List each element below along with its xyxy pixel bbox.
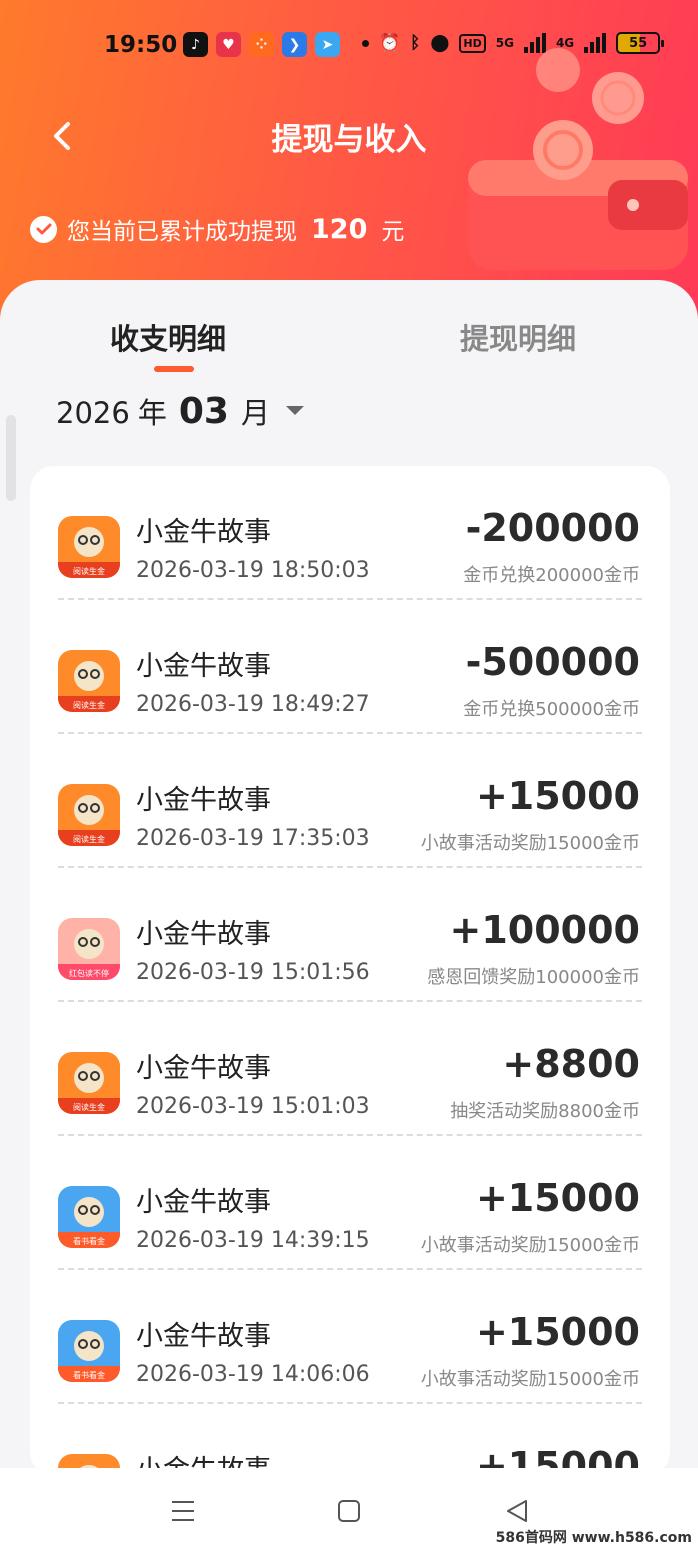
- content-sheet: 收支明细 提现明细 2026 年 03 月 阅读生金 小金牛故事 2026-03-1…: [0, 280, 698, 1476]
- system-nav-bar: 586首码网 www.h586.com: [0, 1468, 698, 1553]
- month-picker-year-unit: 年: [137, 396, 167, 430]
- month-picker-month-unit: 月: [240, 396, 270, 430]
- nav-back-button[interactable]: [502, 1496, 532, 1526]
- month-picker[interactable]: 2026 年 03 月: [56, 390, 304, 432]
- record-amount: +15000: [475, 774, 640, 818]
- month-picker-month: 03: [178, 391, 229, 432]
- app-icon: 看书看金: [58, 1186, 120, 1248]
- wallet-illustration: [458, 40, 698, 280]
- page-title: 提现与收入: [271, 122, 427, 158]
- app-icon: 红包读不停: [58, 918, 120, 980]
- record-row[interactable]: 阅读生金 小金牛故事 2026-03-19 17:35:03 +15000 小故事活动奖…: [30, 734, 670, 868]
- bluetooth-icon: ᛒ: [410, 33, 421, 53]
- record-name: 小金牛故事: [136, 1187, 271, 1218]
- record-time: 2026-03-19 17:35:03: [136, 826, 370, 851]
- location-icon: ⬤: [430, 33, 450, 53]
- record-description: 小故事活动奖励15000金币: [420, 833, 640, 854]
- record-row[interactable]: 阅读生金小金牛故事+15000: [30, 1404, 670, 1476]
- record-time: 2026-03-19 14:39:15: [136, 1228, 370, 1253]
- caret-down-icon: [285, 406, 304, 415]
- record-name: 小金牛故事: [136, 1321, 271, 1352]
- record-name: 小金牛故事: [136, 919, 271, 950]
- record-time: 2026-03-19 18:50:03: [136, 558, 370, 583]
- active-tab-indicator: [154, 366, 194, 372]
- app-icon: 阅读生金: [58, 784, 120, 846]
- app-icon: 阅读生金: [58, 650, 120, 712]
- watermark-text: 586首码网 www.h586.com: [495, 1530, 692, 1546]
- record-amount: +8800: [502, 1042, 640, 1086]
- bookmark-app-icon: ❯: [282, 32, 307, 57]
- month-picker-year: 2026: [56, 396, 130, 430]
- tab-withdraw-details[interactable]: 提现明细: [460, 316, 576, 358]
- menu-icon: [172, 1501, 194, 1521]
- app-icon-badge: 阅读生金: [73, 834, 105, 844]
- total-amount: 120: [311, 213, 368, 245]
- record-description: 小故事活动奖励15000金币: [420, 1369, 640, 1390]
- record-description: 小故事活动奖励15000金币: [420, 1235, 640, 1256]
- record-time: 2026-03-19 15:01:03: [136, 1094, 370, 1119]
- record-row[interactable]: 阅读生金 小金牛故事 2026-03-19 18:50:03 -200000 金币兑换2…: [30, 466, 670, 600]
- record-name: 小金牛故事: [136, 1053, 271, 1084]
- app-icon-badge: 阅读生金: [73, 566, 105, 576]
- app-icon: 看书看金: [58, 1320, 120, 1382]
- record-amount: +15000: [475, 1176, 640, 1220]
- notification-dot-icon: [362, 39, 369, 47]
- record-row[interactable]: 看书看金 小金牛故事 2026-03-19 14:06:06 +15000 小故事活动奖…: [30, 1270, 670, 1404]
- records-list: 阅读生金 小金牛故事 2026-03-19 18:50:03 -200000 金币兑换2…: [30, 466, 670, 1476]
- app-icon-badge: 红包读不停: [69, 968, 109, 978]
- paper-plane-icon: ➤: [315, 32, 340, 57]
- record-row[interactable]: 红包读不停 小金牛故事 2026-03-19 15:01:56 +100000 感恩回馈…: [30, 868, 670, 1002]
- record-time: 2026-03-19 15:01:56: [136, 960, 370, 985]
- record-description: 金币兑换200000金币: [463, 565, 640, 586]
- record-description: 抽奖活动奖励8800金币: [450, 1101, 640, 1122]
- record-amount: +100000: [449, 908, 640, 952]
- record-amount: +15000: [475, 1310, 640, 1354]
- record-amount: -500000: [465, 640, 640, 684]
- app-icon-badge: 看书看金: [73, 1236, 105, 1246]
- tab-income-details[interactable]: 收支明细: [110, 316, 226, 358]
- heart-app-icon: ♥: [216, 32, 241, 57]
- record-time: 2026-03-19 18:49:27: [136, 692, 370, 717]
- record-time: 2026-03-19 14:06:06: [136, 1362, 370, 1387]
- grid-app-icon: ⁘: [249, 32, 274, 57]
- square-icon: [338, 1500, 360, 1522]
- record-description: 感恩回馈奖励100000金币: [427, 967, 640, 988]
- app-icon-badge: 看书看金: [73, 1370, 105, 1380]
- total-prefix: 您当前已累计成功提现: [67, 219, 297, 245]
- total-withdrawn-line: 您当前已累计成功提现 120 元: [30, 212, 404, 246]
- status-app-icons: ♪ ♥ ⁘ ❯ ➤: [183, 32, 340, 57]
- record-row[interactable]: 看书看金 小金牛故事 2026-03-19 14:39:15 +15000 小故事活动奖…: [30, 1136, 670, 1270]
- nav-home-button[interactable]: [334, 1496, 364, 1526]
- app-icon-badge: 阅读生金: [73, 700, 105, 710]
- alarm-icon: ⏰: [379, 33, 401, 53]
- app-icon-badge: 阅读生金: [73, 1102, 105, 1112]
- triangle-back-icon: [507, 1500, 527, 1522]
- total-unit: 元: [381, 219, 405, 245]
- record-amount: -200000: [465, 506, 640, 550]
- tiktok-icon: ♪: [183, 32, 208, 57]
- nav-menu-button[interactable]: [168, 1496, 198, 1526]
- check-circle-icon: [30, 215, 57, 243]
- app-icon: 阅读生金: [58, 1052, 120, 1114]
- record-description: 金币兑换500000金币: [463, 699, 640, 720]
- app-icon: 阅读生金: [58, 516, 120, 578]
- record-name: 小金牛故事: [136, 651, 271, 682]
- status-time: 19:50: [104, 32, 178, 58]
- scroll-indicator: [6, 415, 16, 501]
- record-name: 小金牛故事: [136, 785, 271, 816]
- record-row[interactable]: 阅读生金 小金牛故事 2026-03-19 15:01:03 +8800 抽奖活动奖励8…: [30, 1002, 670, 1136]
- record-row[interactable]: 阅读生金 小金牛故事 2026-03-19 18:49:27 -500000 金币兑换5…: [30, 600, 670, 734]
- record-name: 小金牛故事: [136, 517, 271, 548]
- tab-bar: 收支明细 提现明细: [0, 310, 698, 380]
